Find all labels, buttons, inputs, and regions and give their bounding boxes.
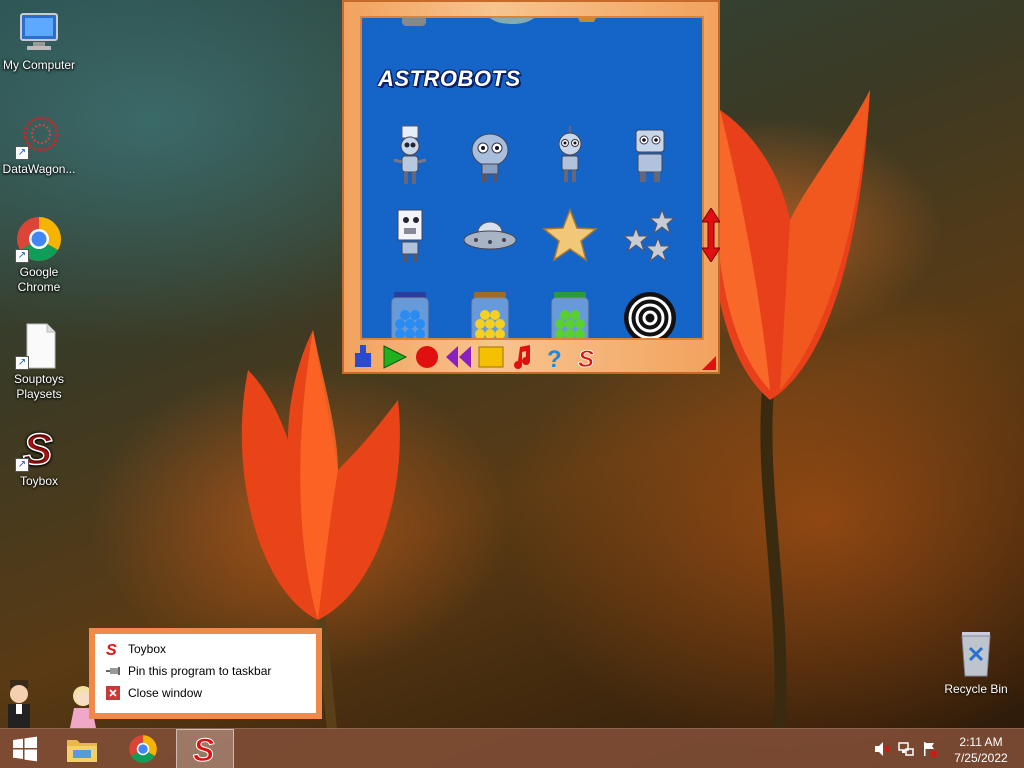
recycle-bin-icon	[961, 632, 991, 677]
clock-time: 2:11 AM	[959, 735, 1003, 749]
desktop-icon-label: Souptoys Playsets	[13, 372, 65, 401]
jump-list-item-label: Pin this program to taskbar	[128, 664, 272, 678]
recycle-bin-label: Recycle Bin	[944, 682, 1008, 696]
toybox-toolbar: ? S	[348, 344, 602, 370]
taskbar: S 2:11 AM 7/25/2022	[0, 728, 1024, 768]
datawagon-icon: ↗	[15, 112, 63, 160]
toy-row-partial-graphic	[402, 18, 596, 26]
record-icon[interactable]	[412, 344, 442, 370]
chrome-icon	[129, 735, 157, 763]
robot-square-icon[interactable]	[380, 204, 440, 268]
rewind-icon[interactable]	[444, 344, 474, 370]
robot-slim-icon[interactable]	[540, 124, 600, 188]
robot-tall-icon[interactable]	[380, 124, 440, 188]
taskbar-toybox-button[interactable]: S	[176, 729, 234, 768]
shortcut-arrow-icon: ↗	[15, 146, 29, 160]
desktop-icon-my-computer[interactable]: My Computer	[0, 8, 78, 73]
silver-stars-icon[interactable]	[620, 204, 680, 268]
shortcut-arrow-icon: ↗	[15, 356, 29, 370]
desktop-icon-datawagon[interactable]: ↗ DataWagon...	[0, 112, 78, 177]
shortcut-arrow-icon: ↗	[15, 249, 29, 263]
souptoys-logo-icon[interactable]: S	[572, 344, 602, 370]
robot-box-icon[interactable]	[620, 124, 680, 188]
toybox-logo-icon: S	[193, 733, 216, 765]
peek-boy-character-icon	[8, 680, 30, 728]
tulip-right-graphic	[710, 90, 870, 730]
svg-text:S: S	[193, 733, 215, 765]
toybox-logo-icon: S ↗	[15, 424, 63, 475]
desktop-icon-google-chrome[interactable]: ↗ Google Chrome	[0, 215, 78, 295]
jump-list-item-close-window[interactable]: Close window	[95, 682, 316, 704]
desktop-icon-label: Toybox	[19, 474, 59, 488]
hypno-spiral-icon[interactable]	[620, 286, 680, 338]
desktop-icon-toybox[interactable]: S ↗ Toybox	[0, 424, 78, 489]
resize-grip-icon[interactable]	[702, 356, 716, 370]
network-icon[interactable]	[898, 741, 914, 757]
help-icon[interactable]: ?	[540, 344, 570, 370]
svg-text:?: ?	[547, 346, 562, 369]
desktop-icon-label: DataWagon...	[2, 162, 76, 176]
start-button[interactable]	[0, 729, 50, 768]
jump-list-item-label: Close window	[128, 686, 203, 700]
robot-round-icon[interactable]	[460, 124, 520, 188]
play-icon[interactable]	[380, 344, 410, 370]
ufo-icon[interactable]	[460, 204, 520, 268]
music-note-icon[interactable]	[508, 344, 538, 370]
desktop-icon-recycle-bin[interactable]: Recycle Bin	[940, 630, 1012, 696]
toybox-logo-icon: S	[105, 641, 121, 657]
volume-muted-icon[interactable]	[874, 741, 890, 757]
taskbar-chrome-button[interactable]	[115, 729, 171, 768]
jump-list-item-label: Toybox	[128, 642, 167, 656]
pin-icon	[105, 663, 121, 679]
toybox-window[interactable]: ASTROBOTS ? S	[342, 0, 720, 374]
taskbar-jump-list: S Toybox Pin this program to taskbar Clo…	[89, 628, 322, 719]
jump-list-item-pin-to-taskbar[interactable]: Pin this program to taskbar	[95, 660, 316, 682]
desktop-icon-souptoys-playsets[interactable]: ↗ Souptoys Playsets	[0, 322, 78, 402]
my-computer-icon	[15, 8, 63, 56]
yellow-gumball-jar-icon[interactable]	[460, 286, 520, 338]
jump-list-item-toybox[interactable]: S Toybox	[95, 638, 316, 660]
close-icon	[105, 685, 121, 701]
desktop-icon-label: My Computer	[2, 58, 76, 72]
blank-document-icon: ↗	[15, 322, 63, 370]
clock-date: 7/25/2022	[954, 751, 1008, 765]
file-explorer-icon	[67, 740, 97, 762]
shortcut-arrow-icon: ↗	[15, 458, 29, 472]
action-center-flag-icon[interactable]	[922, 741, 938, 757]
gold-star-icon[interactable]	[540, 204, 600, 268]
toybox-toy-panel[interactable]: ASTROBOTS	[360, 16, 704, 340]
chrome-icon: ↗	[15, 215, 63, 263]
svg-text:S: S	[106, 642, 117, 657]
clamp-icon[interactable]	[348, 344, 378, 370]
desktop-icon-label: Google Chrome	[17, 265, 61, 294]
toy-section-title: ASTROBOTS	[378, 66, 521, 91]
windows-start-icon	[13, 736, 37, 762]
green-gumball-jar-icon[interactable]	[540, 286, 600, 338]
scroll-up-down-arrow-icon[interactable]	[702, 208, 720, 262]
svg-text:S: S	[578, 346, 594, 369]
stop-icon[interactable]	[476, 344, 506, 370]
blue-gumball-jar-icon[interactable]	[380, 286, 440, 338]
taskbar-clock[interactable]: 2:11 AM 7/25/2022	[948, 734, 1014, 766]
taskbar-file-explorer-button[interactable]	[54, 729, 110, 768]
